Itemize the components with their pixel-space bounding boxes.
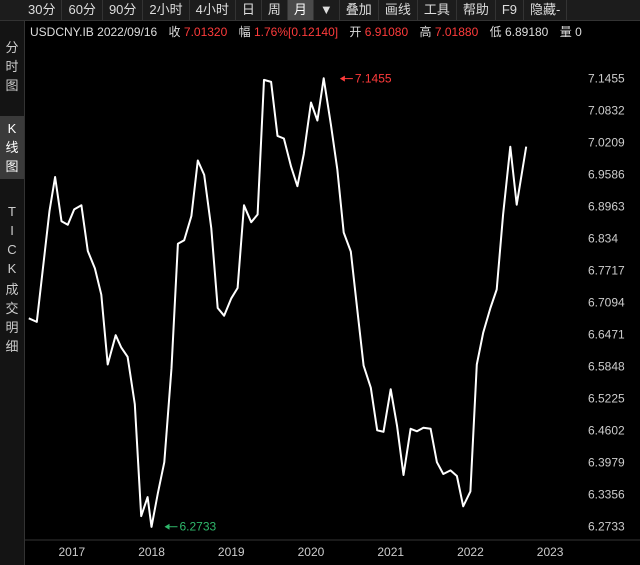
y-tick-label-0: 7.1455 [588,72,625,86]
max-marker-label: 7.1455 [355,72,392,86]
y-tick-label-14: 6.2733 [588,520,625,534]
y-tick-label-6: 6.7717 [588,264,625,278]
y-tick-label-7: 6.7094 [588,296,625,310]
y-tick-label-13: 6.3356 [588,488,625,502]
x-tick-label-3: 2020 [298,545,325,559]
max-marker-arrow [339,75,345,82]
y-tick-label-1: 7.0832 [588,104,625,118]
y-tick-label-8: 6.6471 [588,328,625,342]
y-tick-label-11: 6.4602 [588,424,625,438]
x-tick-label-0: 2017 [58,545,85,559]
min-marker-arrow [164,523,170,530]
y-tick-label-10: 6.5225 [588,392,625,406]
price-line-series-0 [28,77,528,528]
x-tick-label-2: 2019 [218,545,245,559]
y-tick-label-5: 6.834 [588,232,618,246]
x-tick-label-6: 2023 [537,545,564,559]
price-chart[interactable]: 7.1455 7.0832 7.0209 6.9586 6.8963 6.834 6.771… [0,0,640,565]
y-tick-label-9: 6.5848 [588,360,625,374]
x-tick-label-5: 2022 [457,545,484,559]
x-tick-label-1: 2018 [138,545,165,559]
min-marker-label: 6.2733 [180,520,217,534]
y-tick-label-4: 6.8963 [588,200,625,214]
y-tick-label-12: 6.3979 [588,456,625,470]
y-tick-label-3: 6.9586 [588,168,625,182]
x-tick-label-4: 2021 [377,545,404,559]
y-tick-label-2: 7.0209 [588,136,625,150]
